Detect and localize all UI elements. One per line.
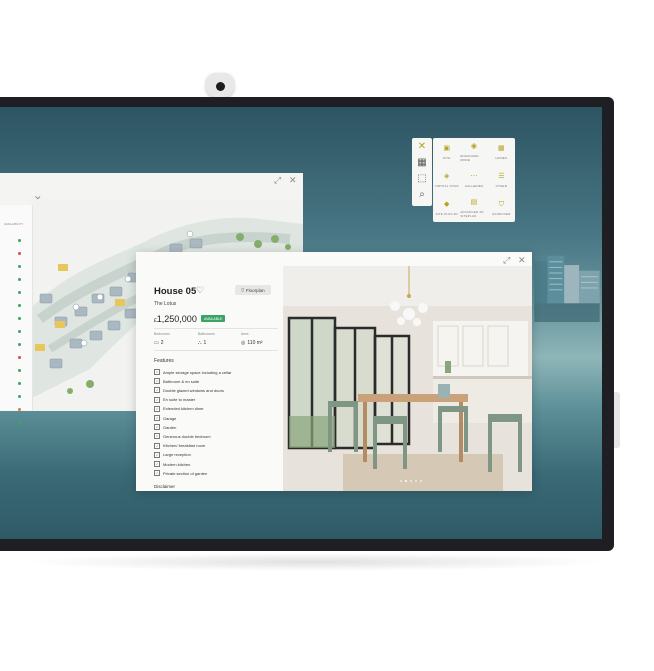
floorplan-button[interactable]: ▯ Floorplan xyxy=(235,285,271,295)
availability-dot xyxy=(18,252,21,255)
availability-dot xyxy=(18,265,21,268)
webcam xyxy=(206,73,234,97)
search-icon[interactable]: ⌕ xyxy=(412,186,432,202)
other-icon: ☰ xyxy=(498,172,505,180)
check-icon: ✓ xyxy=(154,387,160,394)
app-handover[interactable]: ⛉ HANDOVER xyxy=(488,194,515,222)
availability-dot xyxy=(18,278,21,281)
feature-item: ✓ Extended kitchen diner xyxy=(154,405,204,412)
availability-dot xyxy=(18,343,21,346)
virtual-tour-icon: ◈ xyxy=(443,172,450,180)
divider xyxy=(154,328,278,329)
city-skyline xyxy=(534,255,600,322)
check-icon: ✓ xyxy=(154,424,160,431)
house-title: House 05 xyxy=(154,286,197,297)
check-icon: ✓ xyxy=(154,433,160,440)
availability-dot xyxy=(18,369,21,372)
availability-dot xyxy=(18,317,21,320)
feature-item: ✓ En suite to master xyxy=(154,396,196,403)
check-icon: ✓ xyxy=(154,415,160,421)
app-homes[interactable]: ▦ HOMES xyxy=(488,138,515,166)
site-icon: ▣ xyxy=(443,144,450,152)
expand-icon[interactable]: ⤢ xyxy=(274,175,281,186)
area-icon: ◎ xyxy=(241,340,246,346)
divider xyxy=(154,350,278,351)
site-plan-3d-icon: ◆ xyxy=(443,200,450,208)
disclaimer-heading: Disclaimer xyxy=(154,484,176,489)
feature-item: ✓ Large reception xyxy=(154,451,191,458)
bath-icon: ⛬ xyxy=(198,340,202,346)
feature-item: ✓ Garage xyxy=(154,415,177,421)
bed-icon: ▭ xyxy=(154,340,159,346)
display-shadow xyxy=(20,553,610,571)
availability-dot xyxy=(18,330,21,333)
galleries-icon: ⋯ xyxy=(470,172,478,180)
check-icon: ✓ xyxy=(154,451,160,458)
availability-dot xyxy=(18,421,21,424)
bedrooms-value: ▭ 2 xyxy=(154,340,164,346)
display-side-button xyxy=(614,392,620,448)
feature-item: ✓ Generous double bedroom xyxy=(154,433,211,440)
bathrooms-label: Bathrooms xyxy=(198,332,215,336)
cursor-select-icon[interactable]: ⬚ xyxy=(412,170,432,186)
feature-item: ✓ Private section of garden xyxy=(154,470,208,477)
grid-icon[interactable]: ▦ xyxy=(412,154,432,170)
feature-item: ✓ Modern kitchen xyxy=(154,461,191,467)
check-icon: ✓ xyxy=(154,396,160,403)
advanced-siteplan-icon: ▤ xyxy=(470,198,478,206)
check-icon: ✓ xyxy=(154,470,160,477)
enhanced-mode-icon: ◉ xyxy=(470,142,478,150)
feature-item: ✓ Bathroom & en suite xyxy=(154,378,200,385)
expand-icon[interactable]: ⤢ xyxy=(503,255,510,266)
house-type-name: The Lotus xyxy=(154,301,177,307)
webcam-lens xyxy=(216,82,225,91)
feature-item: ✓ Kitchen/ breakfast room xyxy=(154,442,206,449)
interior-photo[interactable] xyxy=(283,266,532,491)
feature-item: ✓ Double glazed windows and doors xyxy=(154,387,224,394)
app-site[interactable]: ▣ SITE xyxy=(433,138,460,166)
availability-dot xyxy=(18,382,21,385)
availability-dot xyxy=(18,408,21,411)
app-enhanced-mode[interactable]: ◉ ENHANCED MODE xyxy=(460,138,487,166)
quick-toolbar: ✕ ▦ ⬚ ⌕ xyxy=(412,138,432,206)
check-icon: ✓ xyxy=(154,369,160,375)
homes-icon: ▦ xyxy=(498,144,505,152)
app-site-plan-3d[interactable]: ◆ SITE PLAN 3D xyxy=(433,194,460,222)
feature-item: ✓ Ample storage space including a cellar xyxy=(154,369,232,375)
house-detail-window: ⤢ ✕ House 05 ♡ ▯ Floorplan The Lotus £1,2… xyxy=(136,252,532,491)
availability-dot xyxy=(18,356,21,359)
area-value: ◎ 110 m² xyxy=(241,340,263,346)
gallery-pagination[interactable] xyxy=(400,480,422,482)
app-other[interactable]: ☰ OTHER xyxy=(488,166,515,194)
check-icon: ✓ xyxy=(154,378,160,385)
app-galleries[interactable]: ⋯ GALLERIES xyxy=(460,166,487,194)
house-price: £1,250,000 xyxy=(154,314,197,324)
area-label: Area xyxy=(241,332,249,336)
check-icon: ✓ xyxy=(154,405,160,412)
availability-panel: AVAILABILITY xyxy=(0,205,33,424)
handover-icon: ⛉ xyxy=(498,200,504,208)
check-icon: ✓ xyxy=(154,442,160,449)
bathrooms-value: ⛬ 1 xyxy=(198,340,207,346)
app-advanced-siteplan[interactable]: ▤ ADVANCED 2D SITEPLAN xyxy=(460,194,487,222)
bedrooms-label: Bedrooms xyxy=(154,332,170,336)
features-heading: Features xyxy=(154,358,174,364)
app-launcher: ▣ SITE ◉ ENHANCED MODE ▦ HOMES ◈ VIRTUAL TOU… xyxy=(433,138,515,222)
app-virtual-tour[interactable]: ◈ VIRTUAL TOUR xyxy=(433,166,460,194)
favourite-heart-icon[interactable]: ♡ xyxy=(196,285,204,296)
availability-dot xyxy=(18,395,21,398)
availability-dot xyxy=(18,239,21,242)
availability-dot xyxy=(18,291,21,294)
close-icon[interactable]: ✕ xyxy=(412,138,432,154)
floorplan-icon: ▯ xyxy=(241,287,244,292)
availability-dot xyxy=(18,304,21,307)
close-icon[interactable]: ✕ xyxy=(289,175,297,186)
close-icon[interactable]: ✕ xyxy=(518,255,526,266)
status-badge: AVAILABLE xyxy=(201,315,226,322)
feature-item: ✓ Garden xyxy=(154,424,177,431)
check-icon: ✓ xyxy=(154,461,160,467)
